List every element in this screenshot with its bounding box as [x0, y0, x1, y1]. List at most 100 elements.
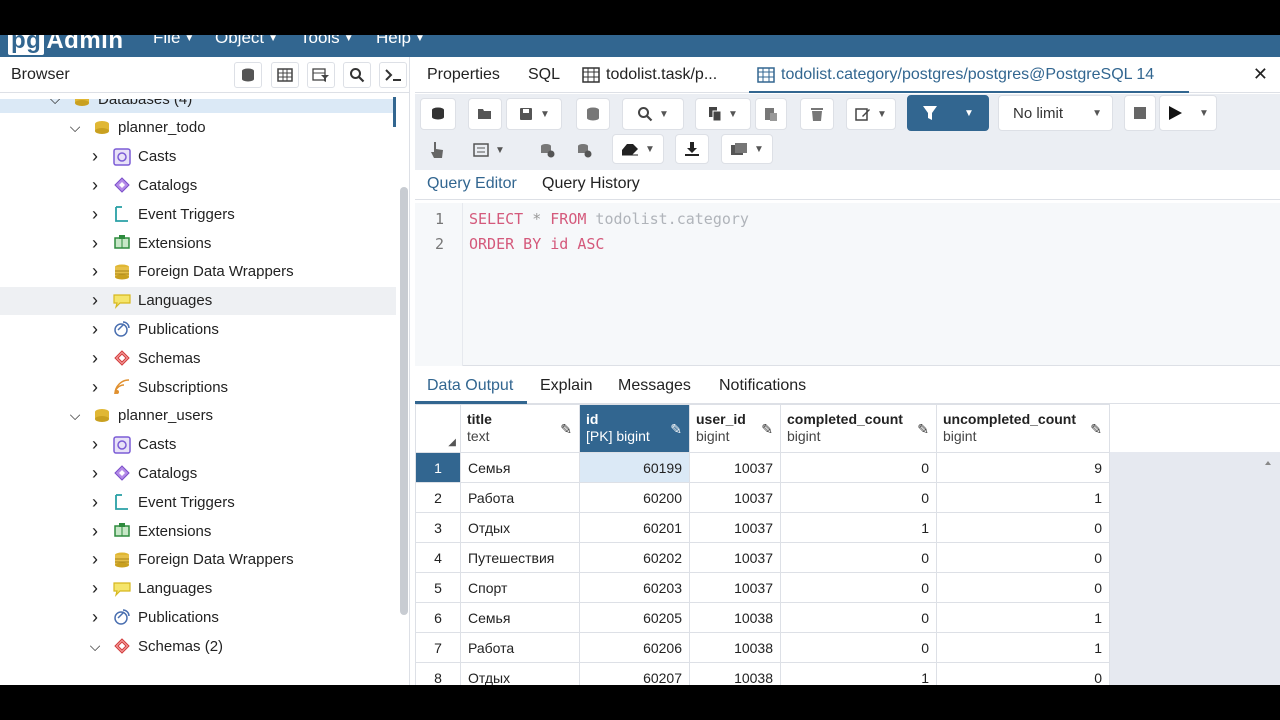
column-header-completed-count[interactable]: completed_count bigint ✎ [780, 404, 937, 453]
chevron-right-icon[interactable]: › [88, 261, 102, 282]
clear-button[interactable]: ▼ [612, 134, 664, 164]
cell-uncompleted-count[interactable]: 0 [936, 662, 1110, 685]
paste-button[interactable] [755, 98, 787, 130]
download-button[interactable] [675, 134, 709, 164]
column-header-uncompleted-count[interactable]: uncompleted_count bigint ✎ [936, 404, 1110, 453]
cell-title[interactable]: Отдых [460, 512, 580, 543]
chevron-down-icon[interactable]: ⌵ [68, 407, 82, 424]
tree-node-extensions[interactable]: › Extensions [0, 517, 396, 545]
cell-completed-count[interactable]: 0 [780, 452, 937, 483]
tree-node-languages[interactable]: › Languages [0, 575, 396, 603]
cell-id[interactable]: 60207 [579, 662, 690, 685]
cell-title[interactable]: Семья [460, 452, 580, 483]
menu-help[interactable]: Help ▼ [376, 35, 425, 48]
table-row[interactable]: 1 Семья 60199 10037 0 9 [415, 452, 1110, 483]
cell-uncompleted-count[interactable]: 0 [936, 512, 1110, 543]
explain-button[interactable] [425, 136, 449, 164]
table-row[interactable]: 2 Работа 60200 10037 0 1 [415, 482, 1110, 513]
psql-tool-button[interactable] [379, 62, 407, 88]
cell-user-id[interactable]: 10037 [689, 512, 781, 543]
cell-id[interactable]: 60203 [579, 572, 690, 603]
tab-todolist-task[interactable]: todolist.task/p... [582, 66, 717, 84]
cell-title[interactable]: Семья [460, 602, 580, 633]
tab-todolist-category[interactable]: todolist.category/postgres/postgres@Post… [757, 66, 1154, 84]
rollback-button[interactable] [572, 136, 596, 164]
copy-button[interactable]: ▼ [695, 98, 751, 130]
cell-id[interactable]: 60200 [579, 482, 690, 513]
query-tool-button[interactable] [234, 62, 262, 88]
tree-node-catalogs[interactable]: › Catalogs [0, 459, 396, 487]
cell-user-id[interactable]: 10038 [689, 602, 781, 633]
search-objects-button[interactable] [343, 62, 371, 88]
table-row[interactable]: 8 Отдых 60207 10038 1 0 [415, 662, 1110, 685]
cell-title[interactable]: Отдых [460, 662, 580, 685]
chevron-right-icon[interactable]: › [88, 521, 102, 542]
row-limit-select[interactable]: No limit ▼ [998, 95, 1113, 131]
cell-uncompleted-count[interactable]: 1 [936, 482, 1110, 513]
cell-title[interactable]: Работа [460, 482, 580, 513]
column-header-title[interactable]: title text ✎ [460, 404, 580, 453]
chevron-right-icon[interactable]: › [88, 578, 102, 599]
tab-notifications[interactable]: Notifications [719, 377, 806, 395]
tree-node-planner-todo[interactable]: ⌵ planner_todo [0, 114, 396, 142]
save-data-button[interactable] [576, 98, 610, 130]
row-number[interactable]: 8 [415, 662, 461, 685]
chevron-right-icon[interactable]: › [88, 290, 102, 311]
save-file-button[interactable]: ▼ [506, 98, 562, 130]
table-row[interactable]: 5 Спорт 60203 10037 0 0 [415, 572, 1110, 603]
cell-completed-count[interactable]: 1 [780, 662, 937, 685]
cell-uncompleted-count[interactable]: 0 [936, 572, 1110, 603]
chevron-right-icon[interactable]: › [88, 463, 102, 484]
cell-title[interactable]: Работа [460, 632, 580, 663]
tab-explain[interactable]: Explain [540, 377, 592, 395]
table-row[interactable]: 3 Отдых 60201 10037 1 0 [415, 512, 1110, 543]
filter-rows-button[interactable] [307, 62, 335, 88]
chevron-right-icon[interactable]: › [88, 204, 102, 225]
tree-node-subscriptions[interactable]: › Subscriptions [0, 373, 396, 401]
find-button[interactable]: ▼ [622, 98, 684, 130]
cell-completed-count[interactable]: 0 [780, 632, 937, 663]
scroll-up-arrow-icon[interactable] [1262, 456, 1274, 685]
tab-query-history[interactable]: Query History [542, 175, 640, 193]
cell-title[interactable]: Спорт [460, 572, 580, 603]
cell-user-id[interactable]: 10038 [689, 662, 781, 685]
tree-node-databases-4[interactable]: ⌵ Databases (4) [0, 99, 396, 113]
edit-button[interactable]: ▼ [846, 98, 896, 130]
cell-id[interactable]: 60201 [579, 512, 690, 543]
chevron-right-icon[interactable]: › [88, 319, 102, 340]
select-all-corner[interactable]: ◢ [415, 404, 461, 453]
row-number[interactable]: 7 [415, 632, 461, 663]
cell-completed-count[interactable]: 0 [780, 482, 937, 513]
close-tab-icon[interactable]: ✕ [1253, 64, 1268, 85]
chevron-right-icon[interactable]: › [88, 146, 102, 167]
explain-analyze-button[interactable]: ▼ [461, 136, 517, 164]
sql-editor[interactable]: 1 SELECT * FROM todolist.category 2 ORDE… [415, 203, 1280, 366]
tab-data-output[interactable]: Data Output [427, 377, 513, 395]
cell-user-id[interactable]: 10037 [689, 542, 781, 573]
stop-button[interactable] [1124, 95, 1156, 131]
cell-uncompleted-count[interactable]: 0 [936, 542, 1110, 573]
delete-button[interactable] [800, 98, 834, 130]
cell-user-id[interactable]: 10038 [689, 632, 781, 663]
tree-node-publications[interactable]: › Publications [0, 315, 396, 343]
tab-properties[interactable]: Properties [427, 66, 500, 84]
chevron-right-icon[interactable]: › [88, 492, 102, 513]
tree-node-casts[interactable]: › Casts [0, 431, 396, 459]
chevron-right-icon[interactable]: › [88, 175, 102, 196]
macros-button[interactable]: ▼ [721, 134, 773, 164]
chevron-down-icon[interactable]: ⌵ [88, 638, 102, 655]
row-number[interactable]: 2 [415, 482, 461, 513]
tree-node-casts[interactable]: › Casts [0, 143, 396, 171]
row-number[interactable]: 5 [415, 572, 461, 603]
cell-title[interactable]: Путешествия [460, 542, 580, 573]
row-number[interactable]: 1 [415, 452, 461, 483]
cell-id[interactable]: 60205 [579, 602, 690, 633]
tree-node-event-triggers[interactable]: › Event Triggers [0, 488, 396, 516]
menu-file[interactable]: File ▼ [153, 35, 194, 48]
chevron-right-icon[interactable]: › [88, 434, 102, 455]
cell-uncompleted-count[interactable]: 9 [936, 452, 1110, 483]
tree-node-publications[interactable]: › Publications [0, 603, 396, 631]
cell-completed-count[interactable]: 0 [780, 572, 937, 603]
open-file-button[interactable] [468, 98, 502, 130]
tree-node-schemas[interactable]: › Schemas [0, 344, 396, 372]
